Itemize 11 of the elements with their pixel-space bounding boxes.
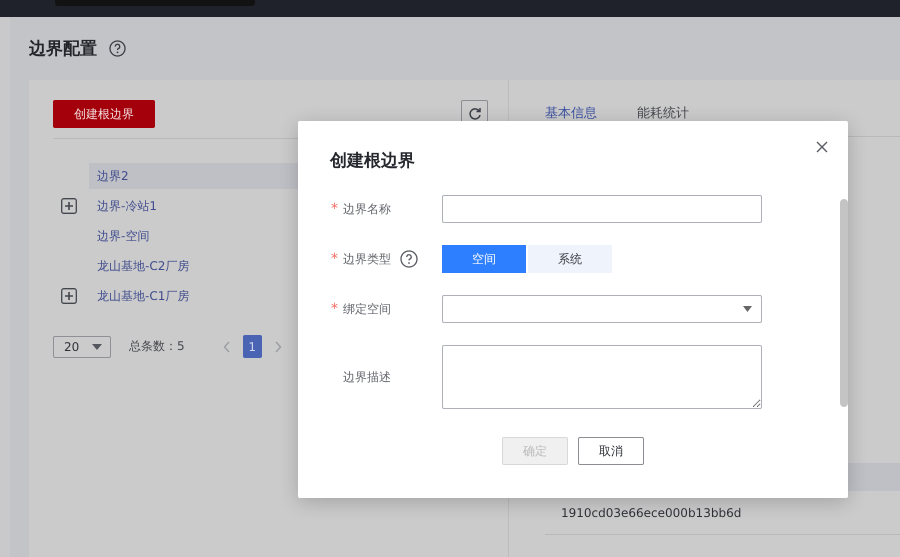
required-mark: * <box>331 301 339 317</box>
dialog-title: 创建根边界 <box>330 150 415 173</box>
total-count: 总条数：5 <box>129 338 185 355</box>
required-mark: * <box>331 251 339 267</box>
field-label: 绑定空间 <box>343 300 391 318</box>
page-title: 边界配置 <box>29 38 97 60</box>
field-label: 边界描述 <box>343 368 391 386</box>
table-cell: 1910cd03e66ece000b13bb6d <box>561 506 742 520</box>
field-label: 边界类型 <box>343 250 391 268</box>
field-label: 边界名称 <box>343 200 391 218</box>
required-mark: * <box>331 201 339 217</box>
